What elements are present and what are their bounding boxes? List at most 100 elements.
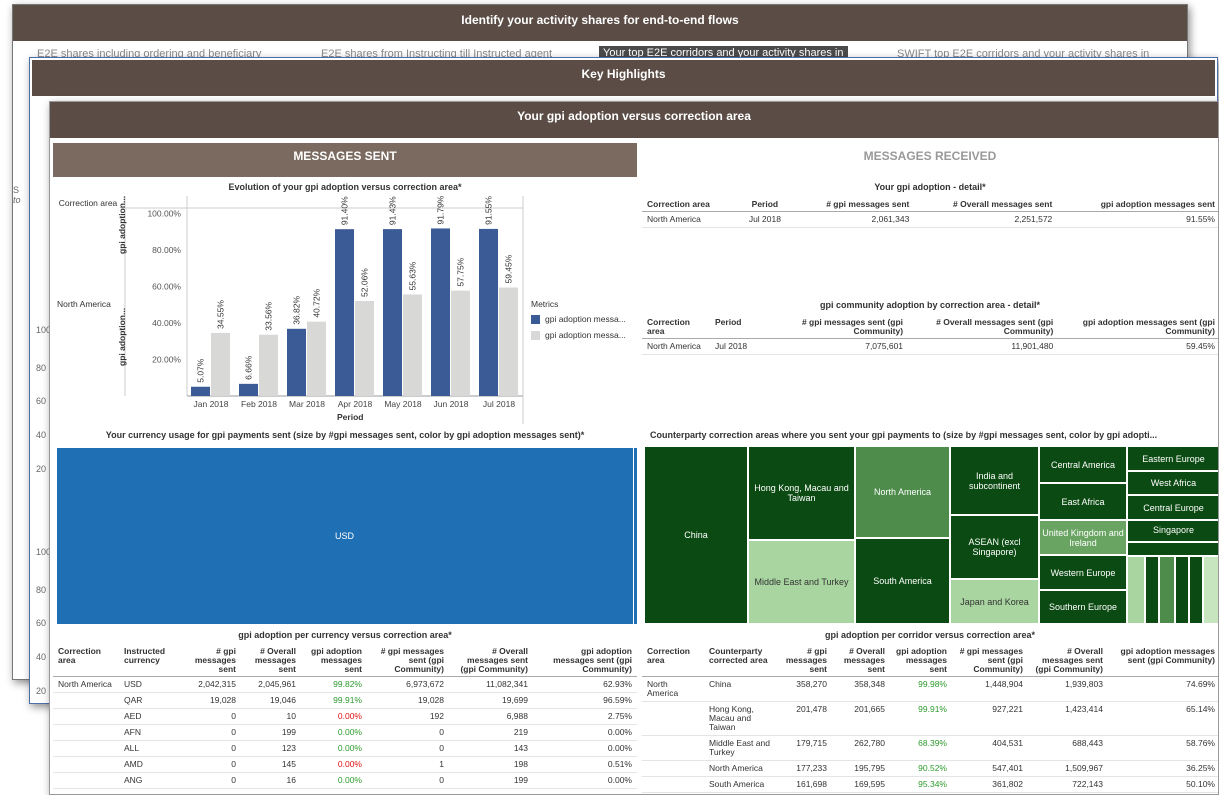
treemap-cell[interactable]: Central Europe xyxy=(1127,495,1218,520)
treemap-cell[interactable]: ASEAN (excl Singapore) xyxy=(950,515,1039,579)
column-header[interactable]: # gpi messages sent xyxy=(778,645,832,677)
column-header[interactable]: Correction area xyxy=(642,198,738,212)
treemap-cell[interactable]: Central America xyxy=(1039,446,1127,483)
table-row[interactable]: North America USD 2,042,315 2,045,961 99.82%… xyxy=(53,676,637,693)
column-header[interactable]: # gpi messages sent (gpi Community) xyxy=(952,645,1028,677)
legend-title: Metrics xyxy=(531,299,559,309)
panel-title: Identify your activity shares for end-to… xyxy=(13,5,1187,41)
treemap-cell-small[interactable] xyxy=(1159,556,1175,624)
treemap-cell[interactable]: Middle East and Turkey xyxy=(748,540,855,624)
bar-series-2[interactable] xyxy=(403,294,422,396)
table-cell: 0.00% xyxy=(533,772,637,789)
table-cell: 361,802 xyxy=(952,776,1028,793)
table-row[interactable]: AFN 0 199 0.00% 0 219 0.00% xyxy=(53,724,637,741)
column-header[interactable]: # Overall messages sent xyxy=(832,645,890,677)
table-row[interactable]: North America 177,233 195,795 90.52% 547,401… xyxy=(642,760,1218,777)
bar-series-1[interactable] xyxy=(287,328,306,396)
table-row[interactable]: South America 161,698 169,595 95.34% 361,802… xyxy=(642,776,1218,793)
treemap-cell-small[interactable] xyxy=(1145,556,1159,624)
column-header[interactable]: gpi adoption messages sent (gpi Communit… xyxy=(533,645,637,677)
treemap-cell[interactable]: Japan and Korea xyxy=(950,579,1039,624)
bar-series-2[interactable] xyxy=(211,332,230,396)
treemap-cell-small[interactable] xyxy=(1189,556,1203,624)
treemap-cell-small[interactable] xyxy=(1127,542,1218,556)
messages-sent-header[interactable]: MESSAGES SENT xyxy=(53,143,637,177)
column-header[interactable]: # Overall messages sent xyxy=(241,645,301,677)
table-row[interactable]: ANG 0 16 0.00% 0 199 0.00% xyxy=(53,772,637,789)
treemap-cell[interactable]: South America xyxy=(855,538,950,624)
treemap-cell[interactable]: Singapore xyxy=(1127,520,1218,542)
x-tick-label: Feb 2018 xyxy=(241,399,277,409)
table-cell: 199 xyxy=(449,772,533,789)
treemap-cell-small[interactable] xyxy=(1203,556,1218,624)
treemap-cell-small[interactable] xyxy=(1175,556,1189,624)
table-row[interactable]: North America China 358,270 358,348 99.98% 1,… xyxy=(642,676,1218,702)
bar-series-2[interactable] xyxy=(451,290,470,396)
bar-series-2[interactable] xyxy=(355,300,374,396)
bar-series-1[interactable] xyxy=(239,383,258,396)
treemap-cell[interactable]: West Africa xyxy=(1127,471,1218,495)
column-header[interactable]: # Overall messages sent (gpi Community) xyxy=(449,645,533,677)
table-cell: 90.52% xyxy=(890,760,952,777)
row-header: Correction area xyxy=(58,198,118,208)
currency-treemap[interactable]: USD xyxy=(57,448,637,624)
table-row[interactable]: North America Jul 2018 7,075,601 11,901,… xyxy=(642,338,1218,355)
table-row[interactable]: North America Jul 2018 2,061,343 2,251,5… xyxy=(642,211,1218,228)
column-header[interactable]: gpi adoption messages sent xyxy=(301,645,367,677)
messages-received-header[interactable]: MESSAGES RECEIVED xyxy=(640,143,1218,177)
column-header[interactable]: Counterparty corrected area xyxy=(704,645,778,677)
bar-series-1[interactable] xyxy=(191,386,210,396)
table-row[interactable]: ALL 0 123 0.00% 0 143 0.00% xyxy=(53,740,637,757)
table-cell: 219 xyxy=(449,724,533,741)
table-row[interactable]: AMD 0 145 0.00% 1 198 0.51% xyxy=(53,756,637,773)
legend-item[interactable]: gpi adoption messa... xyxy=(531,314,626,324)
table-row[interactable]: Middle East and Turkey 179,715 262,780 68.3… xyxy=(642,735,1218,761)
column-header[interactable]: Period xyxy=(737,198,793,212)
column-header[interactable]: gpi adoption messages sent xyxy=(890,645,952,677)
treemap-cell-usd[interactable]: USD xyxy=(57,448,632,624)
treemap-cell[interactable]: North America xyxy=(855,446,950,538)
table-row[interactable]: AED 0 10 0.00% 192 6,988 2.75% xyxy=(53,708,637,725)
treemap-cell[interactable]: Hong Kong, Macau and Taiwan xyxy=(748,446,855,540)
table-cell: China xyxy=(704,676,778,702)
bar-series-2[interactable] xyxy=(259,334,278,396)
treemap-cell[interactable]: United Kingdom and Ireland xyxy=(1039,520,1127,555)
bar-series-1[interactable] xyxy=(335,229,354,396)
table-cell: 19,699 xyxy=(449,692,533,709)
treemap-divider xyxy=(633,448,634,624)
treemap-cell-small[interactable] xyxy=(1127,556,1145,624)
column-header[interactable]: # Overall messages sent (gpi Community) xyxy=(1028,645,1108,677)
bar-series-2[interactable] xyxy=(307,321,326,396)
table-row[interactable]: QAR 19,028 19,046 99.91% 19,028 19,699 96.59% xyxy=(53,692,637,709)
table-row[interactable]: Hong Kong, Macau and Taiwan 201,478 201,66… xyxy=(642,701,1218,736)
bar-series-1[interactable] xyxy=(383,229,402,396)
column-header[interactable]: # Overall messages sent xyxy=(914,198,1058,212)
column-header[interactable]: Correction area xyxy=(53,645,119,677)
treemap-cell[interactable]: China xyxy=(644,446,748,624)
column-header[interactable]: gpi adoption messages sent (gpi Communit… xyxy=(1058,316,1218,339)
column-header[interactable]: # gpi messages sent (gpi Community) xyxy=(367,645,449,677)
treemap-cell[interactable]: East Africa xyxy=(1039,483,1127,520)
table-cell: AED xyxy=(119,708,181,725)
bar-series-2[interactable] xyxy=(499,287,518,396)
column-header[interactable]: Correction area xyxy=(642,645,704,677)
column-header[interactable]: Correction area xyxy=(642,316,710,339)
column-header[interactable]: gpi adoption messages sent (gpi Communit… xyxy=(1108,645,1218,677)
treemap-cell[interactable]: Eastern Europe xyxy=(1127,446,1218,471)
column-header[interactable]: gpi adoption messages sent xyxy=(1057,198,1218,212)
column-header[interactable]: # gpi messages sent xyxy=(181,645,241,677)
legend-label: gpi adoption messa... xyxy=(545,314,626,324)
legend-swatch xyxy=(531,314,540,324)
column-header[interactable]: # gpi messages sent xyxy=(792,198,915,212)
table-cell xyxy=(53,740,119,757)
treemap-cell[interactable]: Southern Europe xyxy=(1039,590,1127,624)
column-header[interactable]: # gpi messages sent (gpi Community) xyxy=(770,316,909,339)
treemap-cell[interactable]: India and subcontinent xyxy=(950,446,1039,515)
column-header[interactable]: Period xyxy=(710,316,770,339)
bar-series-1[interactable] xyxy=(479,228,498,396)
column-header[interactable]: Instructed currency xyxy=(119,645,181,677)
legend-item[interactable]: gpi adoption messa... xyxy=(531,330,626,340)
bar-series-1[interactable] xyxy=(431,228,450,396)
column-header[interactable]: # Overall messages sent (gpi Community) xyxy=(908,316,1059,339)
treemap-cell[interactable]: Western Europe xyxy=(1039,555,1127,590)
